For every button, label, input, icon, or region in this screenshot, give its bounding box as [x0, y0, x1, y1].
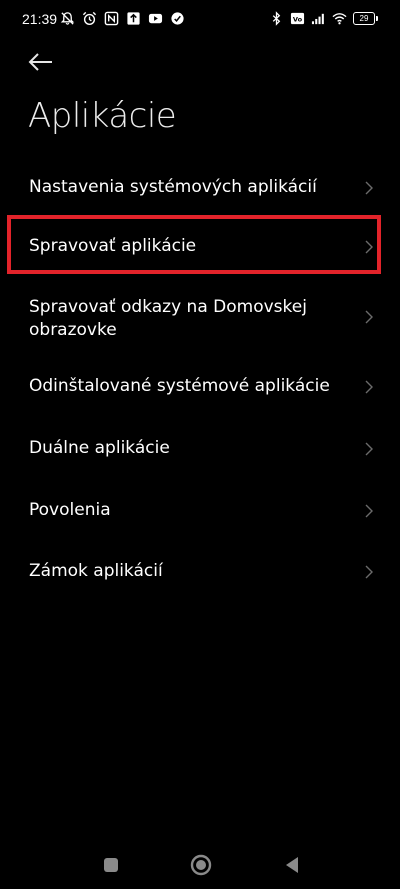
svg-text:Vo: Vo — [293, 15, 303, 23]
home-button[interactable] — [189, 853, 213, 877]
status-right-icons: Vo 29 — [269, 11, 378, 26]
upload-icon — [127, 12, 140, 25]
nav-back-button[interactable] — [282, 855, 302, 875]
home-circle-icon — [190, 854, 212, 876]
menu-item-label: Duálne aplikácie — [29, 438, 170, 458]
bluetooth-icon — [272, 11, 281, 26]
menu-item-manage-apps[interactable]: Spravovať aplikácie — [0, 226, 400, 266]
app-notification-icon — [171, 12, 184, 25]
menu-item-label: Spravovať odkazy na Domovskej obrazovke — [29, 297, 307, 340]
menu-item-dual-apps[interactable]: Duálne aplikácie — [0, 428, 400, 468]
nfc-icon — [104, 11, 119, 26]
menu-item-label: Odinštalované systémové aplikácie — [29, 376, 330, 396]
alarm-icon — [82, 11, 97, 26]
menu-item-permissions[interactable]: Povolenia — [0, 490, 400, 530]
recents-square-icon — [104, 858, 118, 872]
menu-item-system-app-settings[interactable]: Nastavenia systémových aplikácií — [0, 168, 400, 208]
menu-item-home-screen-shortcuts[interactable]: Spravovať odkazy na Domovskej obrazovke — [0, 292, 400, 348]
wifi-icon — [332, 13, 347, 25]
menu-item-label: Spravovať aplikácie — [29, 236, 197, 256]
chevron-right-icon — [365, 240, 373, 254]
volte-icon: Vo — [290, 12, 305, 25]
chevron-right-icon — [365, 504, 373, 518]
youtube-icon — [148, 13, 163, 24]
chevron-right-icon — [365, 442, 373, 456]
chevron-right-icon — [365, 310, 373, 324]
chevron-right-icon — [365, 181, 373, 195]
page-title: Aplikácie — [28, 96, 177, 136]
back-triangle-icon — [286, 857, 298, 873]
recents-button[interactable] — [102, 856, 120, 874]
status-bar: 21:39 Vo 29 — [0, 0, 400, 38]
back-button[interactable] — [26, 48, 56, 76]
status-left-icons — [60, 11, 185, 26]
nav-bar — [0, 840, 400, 889]
signal-icon — [311, 13, 324, 25]
battery-level: 29 — [353, 12, 375, 25]
menu-item-label: Zámok aplikácií — [29, 561, 163, 581]
chevron-right-icon — [365, 380, 373, 394]
menu-item-uninstalled-system-apps[interactable]: Odinštalované systémové aplikácie — [0, 367, 400, 407]
menu-item-label: Povolenia — [29, 500, 111, 520]
bell-off-icon — [60, 12, 75, 25]
arrow-left-icon — [28, 53, 52, 71]
menu-item-label: Nastavenia systémových aplikácií — [29, 177, 317, 197]
status-time: 21:39 — [22, 11, 58, 27]
chevron-right-icon — [365, 565, 373, 579]
menu-item-app-lock[interactable]: Zámok aplikácií — [0, 552, 400, 592]
battery-icon: 29 — [353, 12, 378, 25]
